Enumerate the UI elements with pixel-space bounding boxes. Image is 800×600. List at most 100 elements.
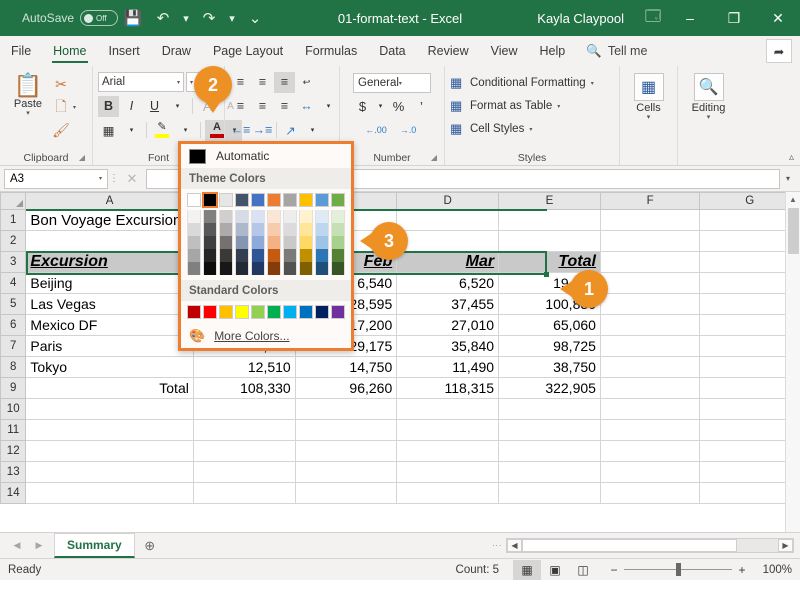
tab-draw[interactable]: Draw	[151, 36, 202, 66]
cell-D10[interactable]	[396, 398, 500, 420]
shade[interactable]	[251, 210, 265, 223]
column-header-F[interactable]: F	[599, 192, 701, 210]
underline-dropdown-icon[interactable]: ▾	[167, 96, 188, 117]
cell-E2[interactable]	[498, 230, 601, 252]
align-middle-icon[interactable]: ≡	[252, 72, 273, 93]
cell-E1[interactable]	[498, 209, 601, 231]
row-header-4[interactable]: 4	[0, 272, 27, 294]
row-header-8[interactable]: 8	[0, 356, 27, 378]
cell-A14[interactable]	[25, 482, 194, 504]
shade[interactable]	[283, 223, 297, 236]
cell-A1[interactable]: Bon Voyage Excursions	[25, 209, 194, 231]
cell-E11[interactable]	[498, 419, 601, 441]
vertical-scrollbar[interactable]: ▲	[785, 192, 800, 532]
shade[interactable]	[219, 249, 233, 262]
shade[interactable]	[251, 236, 265, 249]
shade[interactable]	[187, 210, 201, 223]
cell-B14[interactable]	[193, 482, 296, 504]
align-bottom-icon[interactable]: ≡	[274, 71, 295, 93]
standard-color-green[interactable]	[267, 305, 281, 319]
fill-color-button[interactable]: ✎	[151, 120, 173, 141]
scroll-left-icon[interactable]: ◀	[507, 539, 522, 552]
theme-color-black[interactable]	[202, 192, 218, 208]
shade[interactable]	[315, 262, 329, 275]
cell-E10[interactable]	[498, 398, 601, 420]
percent-style-button[interactable]: %	[388, 96, 409, 117]
standard-color-orange[interactable]	[219, 305, 233, 319]
redo-caret-icon[interactable]: ▾	[224, 3, 240, 33]
cell-E12[interactable]	[498, 440, 601, 462]
cell-A3[interactable]: Excursion	[25, 251, 194, 273]
shade[interactable]	[219, 262, 233, 275]
shade[interactable]	[235, 236, 249, 249]
standard-color-blue[interactable]	[299, 305, 313, 319]
page-break-preview-icon[interactable]: ◫	[569, 560, 597, 580]
page-layout-view-icon[interactable]: ▣	[541, 560, 569, 580]
ribbon-display-options-icon[interactable]: 🗔	[638, 3, 668, 33]
automatic-color-option[interactable]: Automatic	[181, 144, 351, 168]
cell-E9[interactable]: 322,905	[498, 377, 601, 399]
shade[interactable]	[219, 210, 233, 223]
shade[interactable]	[331, 262, 345, 275]
shade[interactable]	[251, 262, 265, 275]
normal-view-icon[interactable]: ▦	[513, 559, 541, 580]
chevron-down-icon[interactable]: ▾	[591, 80, 594, 87]
horizontal-scroll-thumb[interactable]	[522, 539, 737, 552]
autosave-control[interactable]: AutoSave Off	[22, 10, 119, 26]
cell-C9[interactable]: 96,260	[295, 377, 398, 399]
shade[interactable]	[203, 262, 217, 275]
column-header-E[interactable]: E	[498, 192, 601, 210]
align-top-icon[interactable]: ≡	[230, 72, 251, 93]
cell-D14[interactable]	[396, 482, 500, 504]
customize-quick-access-icon[interactable]: ⌄	[240, 3, 270, 33]
accounting-dropdown-icon[interactable]: ▾	[375, 96, 386, 117]
name-box[interactable]: A3 ▾	[4, 168, 108, 189]
cell-F9[interactable]	[600, 377, 701, 399]
cell-A10[interactable]	[25, 398, 194, 420]
bold-button[interactable]: B	[98, 95, 119, 117]
decrease-decimal-icon[interactable]: →.0	[393, 120, 423, 141]
chevron-down-icon[interactable]: ▾	[26, 110, 30, 117]
tab-home[interactable]: Home	[42, 36, 97, 66]
shade[interactable]	[251, 223, 265, 236]
merge-dropdown-icon[interactable]: ▾	[318, 96, 339, 117]
standard-color-light-blue[interactable]	[283, 305, 297, 319]
cell-F4[interactable]	[600, 272, 701, 294]
shade[interactable]	[315, 223, 329, 236]
shade[interactable]	[203, 249, 217, 262]
cell-C13[interactable]	[295, 461, 398, 483]
theme-color-white[interactable]	[187, 193, 201, 207]
tab-page-layout[interactable]: Page Layout	[202, 36, 294, 66]
theme-shade-column[interactable]	[203, 210, 217, 275]
cell-B11[interactable]	[193, 419, 296, 441]
chevron-down-icon[interactable]: ▾	[647, 114, 651, 121]
cell-B8[interactable]: 12,510	[193, 356, 296, 378]
horizontal-scroll-track[interactable]	[737, 539, 778, 552]
shade[interactable]	[283, 236, 297, 249]
row-header-1[interactable]: 1	[0, 209, 27, 231]
shade[interactable]	[299, 262, 313, 275]
horizontal-scrollbar[interactable]: ◀ ▶	[506, 538, 794, 553]
add-sheet-icon[interactable]: ⊕	[135, 538, 165, 554]
theme-shade-column[interactable]	[187, 210, 201, 275]
orientation-dropdown-icon[interactable]: ▾	[302, 120, 323, 141]
accounting-number-format-icon[interactable]: $	[352, 96, 373, 117]
cell-D7[interactable]: 35,840	[396, 335, 500, 357]
next-sheet-icon[interactable]: ▶	[28, 540, 50, 551]
cell-A5[interactable]: Las Vegas	[25, 293, 194, 315]
shade[interactable]	[187, 236, 201, 249]
share-icon[interactable]: ➦	[766, 39, 792, 63]
cell-C14[interactable]	[295, 482, 398, 504]
zoom-out-button[interactable]: −	[609, 563, 619, 577]
shade[interactable]	[219, 236, 233, 249]
chevron-down-icon[interactable]: ▾	[73, 104, 76, 111]
more-colors-option[interactable]: 🎨 More Colors...	[181, 324, 351, 348]
wrap-text-icon[interactable]: ↩	[296, 72, 317, 93]
cell-A7[interactable]: Paris	[25, 335, 194, 357]
cell-F1[interactable]	[600, 209, 701, 231]
shade[interactable]	[235, 249, 249, 262]
undo-caret-icon[interactable]: ▾	[178, 3, 194, 33]
tab-help[interactable]: Help	[529, 36, 577, 66]
tab-insert[interactable]: Insert	[98, 36, 151, 66]
chevron-down-icon[interactable]: ▾	[707, 114, 711, 121]
